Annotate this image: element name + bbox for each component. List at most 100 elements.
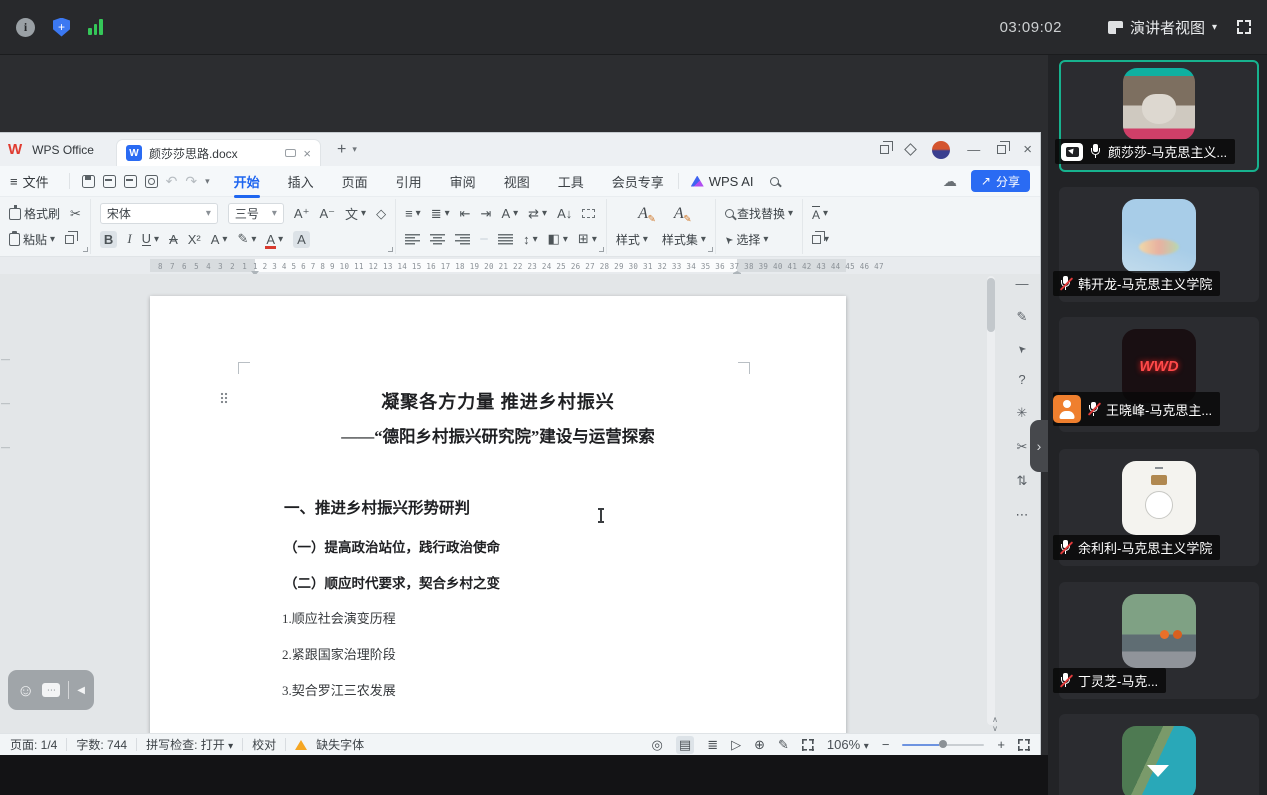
paste-button[interactable]: 粘贴 ▾ [9,231,55,248]
style-set-button[interactable]: 样式集▾ [662,231,706,248]
tab-member[interactable]: 会员专享 [610,168,666,195]
italic-button[interactable]: I [127,231,131,247]
file-menu[interactable]: ≡ 文件 [10,172,49,191]
zoom-slider[interactable] [902,744,984,746]
word-count[interactable]: 字数: 744 [76,736,127,753]
increase-indent-button[interactable]: ⇥ [481,206,492,222]
font-name-select[interactable]: 宋体 ▾ [100,203,218,224]
wps-home-tab[interactable]: WPS Office [32,143,94,157]
font-size-select[interactable]: 三号 ▾ [228,203,284,224]
page-indicator[interactable]: 页面: 1/4 [10,736,57,753]
tab-page[interactable]: 页面 [340,168,370,195]
network-signal-icon[interactable] [88,19,103,35]
participant-tile[interactable]: 颜莎莎-马克思主义... [1059,60,1259,172]
restore-button[interactable] [997,145,1006,154]
text-wrap-button[interactable]: ⇄▾ [528,206,547,222]
char-scale-button[interactable]: A▾ [501,206,518,221]
spellcheck-status[interactable]: 拼写检查: 打开 ▾ [146,736,233,753]
document-canvas[interactable]: 凝聚各方力量 推进乡村振兴 ——“德阳乡村振兴研究院”建设与运营探索 一、推进乡… [0,274,1040,733]
eye-protect-icon[interactable]: ◎ [652,737,663,753]
group-expand-icon[interactable] [708,247,713,252]
zoom-in-button[interactable]: + [997,737,1005,752]
proofread-button[interactable]: 校对 [252,736,276,753]
settings-icon[interactable]: ✳ [1017,405,1028,421]
copy-button[interactable] [65,235,74,244]
phonetic-guide-button[interactable]: 文▾ [345,204,366,223]
search-icon[interactable] [770,177,779,186]
fit-page-icon[interactable] [802,739,814,751]
participant-tile[interactable]: 余利利-马克思主义学院 [1059,449,1259,566]
char-shading-button[interactable]: A [293,231,310,248]
distribute-button[interactable] [498,234,513,245]
align-left-button[interactable] [405,234,420,245]
highlight-button[interactable]: ✎▾ [237,231,256,247]
text-effects-button[interactable]: A▾ [211,232,228,247]
zoom-level[interactable]: 106% ▾ [827,737,869,752]
cut-button[interactable]: ✂ [70,206,81,222]
more-tools-icon[interactable]: ⋯ [1016,507,1029,523]
superscript-button[interactable]: X² [188,232,201,247]
save-icon[interactable] [82,175,95,188]
share-button[interactable]: ↗ 分享 [971,170,1030,192]
participant-tile[interactable]: WWD 王晓峰-马克思主... [1059,317,1259,432]
participant-tile[interactable]: 韩开龙-马克思主义学院 [1059,187,1259,302]
cloud-sync-icon[interactable]: ☁ [943,173,957,190]
page-view-icon[interactable]: ▤ [676,736,694,754]
wps-ai-tab[interactable]: WPS AI [691,174,754,189]
collapse-toolbar-icon[interactable]: — [1016,276,1029,291]
quickbar-caret-icon[interactable]: ▾ [205,176,210,187]
text-direction-button[interactable]: A▾ [812,206,828,222]
clear-format-button[interactable]: ◇ [376,206,386,222]
numbering-button[interactable]: ≣▾ [431,206,450,222]
scrollbar-thumb[interactable] [987,278,995,332]
sidebar-collapse-handle[interactable]: › [1030,420,1048,472]
participant-tile[interactable]: 丁灵芝-马克... [1059,582,1259,699]
next-page-icon[interactable]: ∨ [992,725,998,733]
left-pane-handles[interactable]: ——— [1,354,10,452]
web-view-icon[interactable]: ⊕ [754,737,765,753]
increase-font-button[interactable]: A⁺ [294,206,310,222]
group-expand-icon[interactable] [388,247,393,252]
fullscreen-icon[interactable] [1237,20,1251,34]
chat-button[interactable]: ⋯ [42,683,60,697]
previous-page-icon[interactable]: ∧ [992,716,998,724]
bold-button[interactable]: B [100,231,117,248]
tab-home[interactable]: 开始 [232,168,262,195]
decrease-indent-button[interactable]: ⇤ [460,206,471,222]
print-icon[interactable] [124,175,137,188]
zoom-slider-handle[interactable] [939,740,947,748]
missing-font-warning[interactable]: 缺失字体 [316,736,364,753]
tab-review[interactable]: 审阅 [448,168,478,195]
document-page[interactable]: 凝聚各方力量 推进乡村振兴 ——“德阳乡村振兴研究院”建设与运营探索 一、推进乡… [150,296,846,733]
fullscreen-doc-icon[interactable] [1018,739,1030,751]
info-icon[interactable]: i [16,18,35,37]
select-button[interactable]: ➤ 选择 ▾ [725,231,768,248]
tab-view[interactable]: 视图 [502,168,532,195]
align-right-button[interactable] [455,234,470,245]
arrange-button[interactable]: ▾ [812,234,829,245]
align-center-button[interactable] [430,234,445,245]
play-view-icon[interactable]: ▷ [731,737,741,753]
scroll-more-icon[interactable] [1147,765,1169,777]
tab-reference[interactable]: 引用 [394,168,424,195]
collapse-bar-button[interactable]: ◀ [77,685,85,696]
snippet-tool-icon[interactable]: ✂ [1017,439,1028,455]
close-window-button[interactable]: × [1023,141,1032,158]
decrease-font-button[interactable]: A⁻ [319,206,335,222]
redo-icon[interactable]: ↷ [185,173,197,190]
sort-button[interactable]: A↓ [557,206,572,221]
workspace-icon[interactable] [880,145,889,154]
group-expand-icon[interactable] [83,247,88,252]
format-painter-button[interactable]: 格式刷 [9,205,60,222]
print-preview-icon[interactable] [145,175,158,188]
help-icon[interactable]: ? [1018,372,1025,387]
undo-icon[interactable]: ↶ [166,173,178,190]
tab-list-caret-icon[interactable]: ▾ [352,144,357,155]
styles-button[interactable]: 样式▾ [616,231,648,248]
group-expand-icon[interactable] [599,247,604,252]
pen-tool-icon[interactable]: ✎ [1017,309,1028,325]
line-spacing-button[interactable]: ↕▾ [523,232,538,247]
select-tool-icon[interactable]: ➤ [1015,342,1029,356]
sync-scroll-icon[interactable]: ⇅ [1017,473,1028,489]
close-tab-icon[interactable]: × [303,146,311,161]
